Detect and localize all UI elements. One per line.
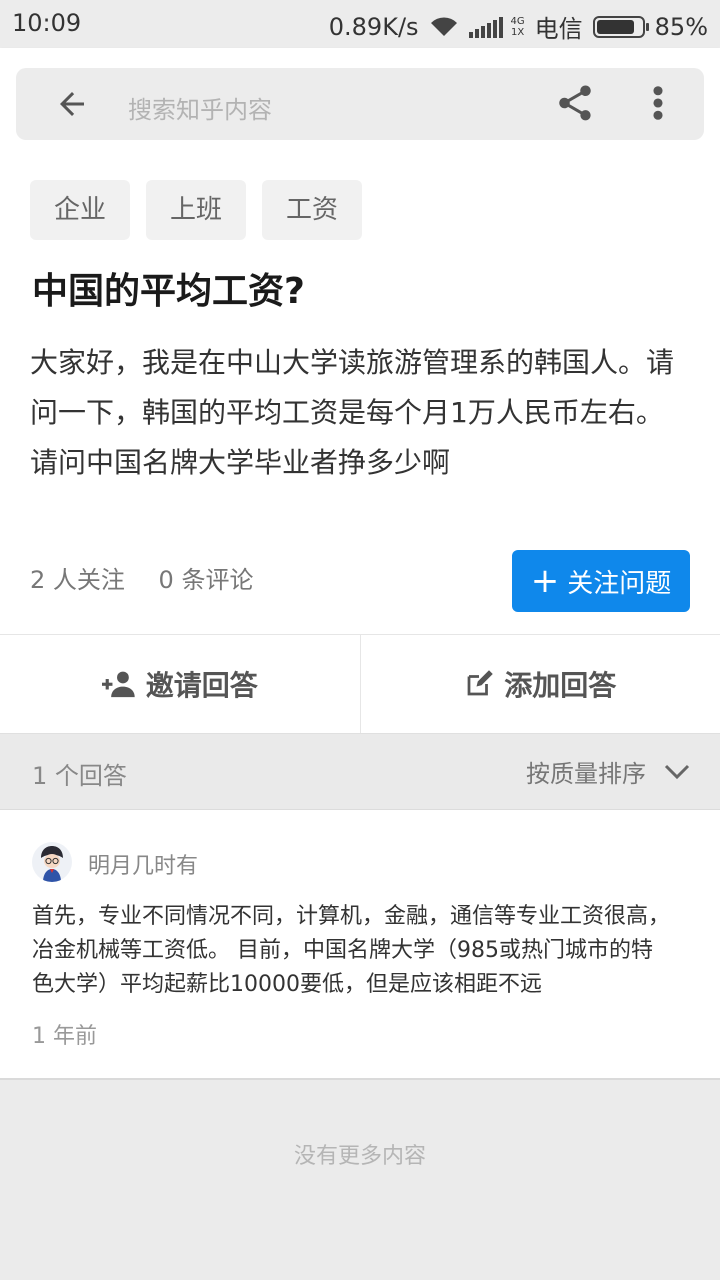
answer-item[interactable]: 明月几时有 首先，专业不同情况不同，计算机，金融，通信等专业工资很高，冶金机械等… <box>0 810 720 1080</box>
sort-dropdown[interactable]: 按质量排序 <box>526 754 690 789</box>
question-body-paragraph: 大家好，我是在中山大学读旅游管理系的韩国人。请问一下，韩国的平均工资是每个月1万… <box>30 346 675 429</box>
battery-percent: 85% <box>654 12 708 41</box>
carrier-name: 电信 <box>534 15 583 43</box>
network-type-top: 4G <box>510 15 525 27</box>
person-add-icon <box>101 671 135 698</box>
back-arrow-icon[interactable] <box>54 86 90 122</box>
follow-question-button[interactable]: + 关注问题 <box>512 550 690 612</box>
question-body-paragraph: 请问中国名牌大学毕业者挣多少啊 <box>30 446 451 479</box>
answer-actions: 邀请回答 添加回答 <box>0 634 720 734</box>
plus-icon: + <box>530 561 560 601</box>
topic-tag[interactable]: 上班 <box>146 180 247 240</box>
answers-count: 1 个回答 <box>32 762 127 790</box>
follow-question-label: 关注问题 <box>567 568 672 599</box>
answer-time: 1 年前 <box>32 1024 97 1049</box>
status-bar: 10:09 0.89K/s 4G 1X 电信 85% <box>0 0 720 48</box>
sort-label: 按质量排序 <box>526 760 646 788</box>
question-body: 大家好，我是在中山大学读旅游管理系的韩国人。请问一下，韩国的平均工资是每个月1万… <box>30 338 690 488</box>
answers-header: 1 个回答 按质量排序 <box>0 734 720 810</box>
question-title: 中国的平均工资? <box>32 271 305 312</box>
topic-tag[interactable]: 工资 <box>262 180 363 240</box>
search-input[interactable]: 搜索知乎内容 <box>128 90 272 125</box>
top-app-bar: 搜索知乎内容 <box>0 48 720 160</box>
battery-fill <box>596 19 635 34</box>
question-meta: 2 人关注 0 条评论 <box>30 560 279 595</box>
topic-tags: 企业 上班 工资 <box>30 180 378 240</box>
no-more-content: 没有更多内容 <box>293 1144 426 1169</box>
followers-count[interactable]: 2 人关注 <box>30 566 125 594</box>
comments-count[interactable]: 0 条评论 <box>159 566 254 594</box>
add-answer-button[interactable]: 添加回答 <box>359 635 720 733</box>
wifi-icon <box>430 16 457 36</box>
network-speed: 0.89K/s <box>328 12 419 41</box>
status-right: 0.89K/s 4G 1X 电信 85% <box>329 9 708 44</box>
chevron-down-icon <box>664 764 690 779</box>
signal-icon <box>468 16 503 38</box>
search-bar[interactable]: 搜索知乎内容 <box>16 68 704 140</box>
network-type: 4G 1X <box>511 16 525 38</box>
add-answer-label: 添加回答 <box>504 669 617 702</box>
answer-excerpt: 首先，专业不同情况不同，计算机，金融，通信等专业工资很高，冶金机械等工资低。 目… <box>32 904 671 997</box>
invite-answer-button[interactable]: 邀请回答 <box>0 635 360 733</box>
invite-answer-label: 邀请回答 <box>145 669 258 702</box>
more-vert-icon[interactable] <box>646 82 670 124</box>
network-type-bottom: 1X <box>510 26 525 38</box>
question-section: 企业 上班 工资 中国的平均工资? 大家好，我是在中山大学读旅游管理系的韩国人。请问… <box>0 160 720 634</box>
topic-tag[interactable]: 企业 <box>30 180 131 240</box>
app-root: 10:09 0.89K/s 4G 1X 电信 85% 搜索知乎内容 企业 上班 … <box>0 0 720 1280</box>
status-time: 10:09 <box>12 9 82 37</box>
edit-icon <box>467 670 493 696</box>
answer-author[interactable]: 明月几时有 <box>88 848 198 880</box>
battery-icon <box>592 15 649 38</box>
share-icon[interactable] <box>554 82 596 124</box>
author-avatar-icon <box>32 842 72 882</box>
avatar[interactable] <box>32 842 72 882</box>
